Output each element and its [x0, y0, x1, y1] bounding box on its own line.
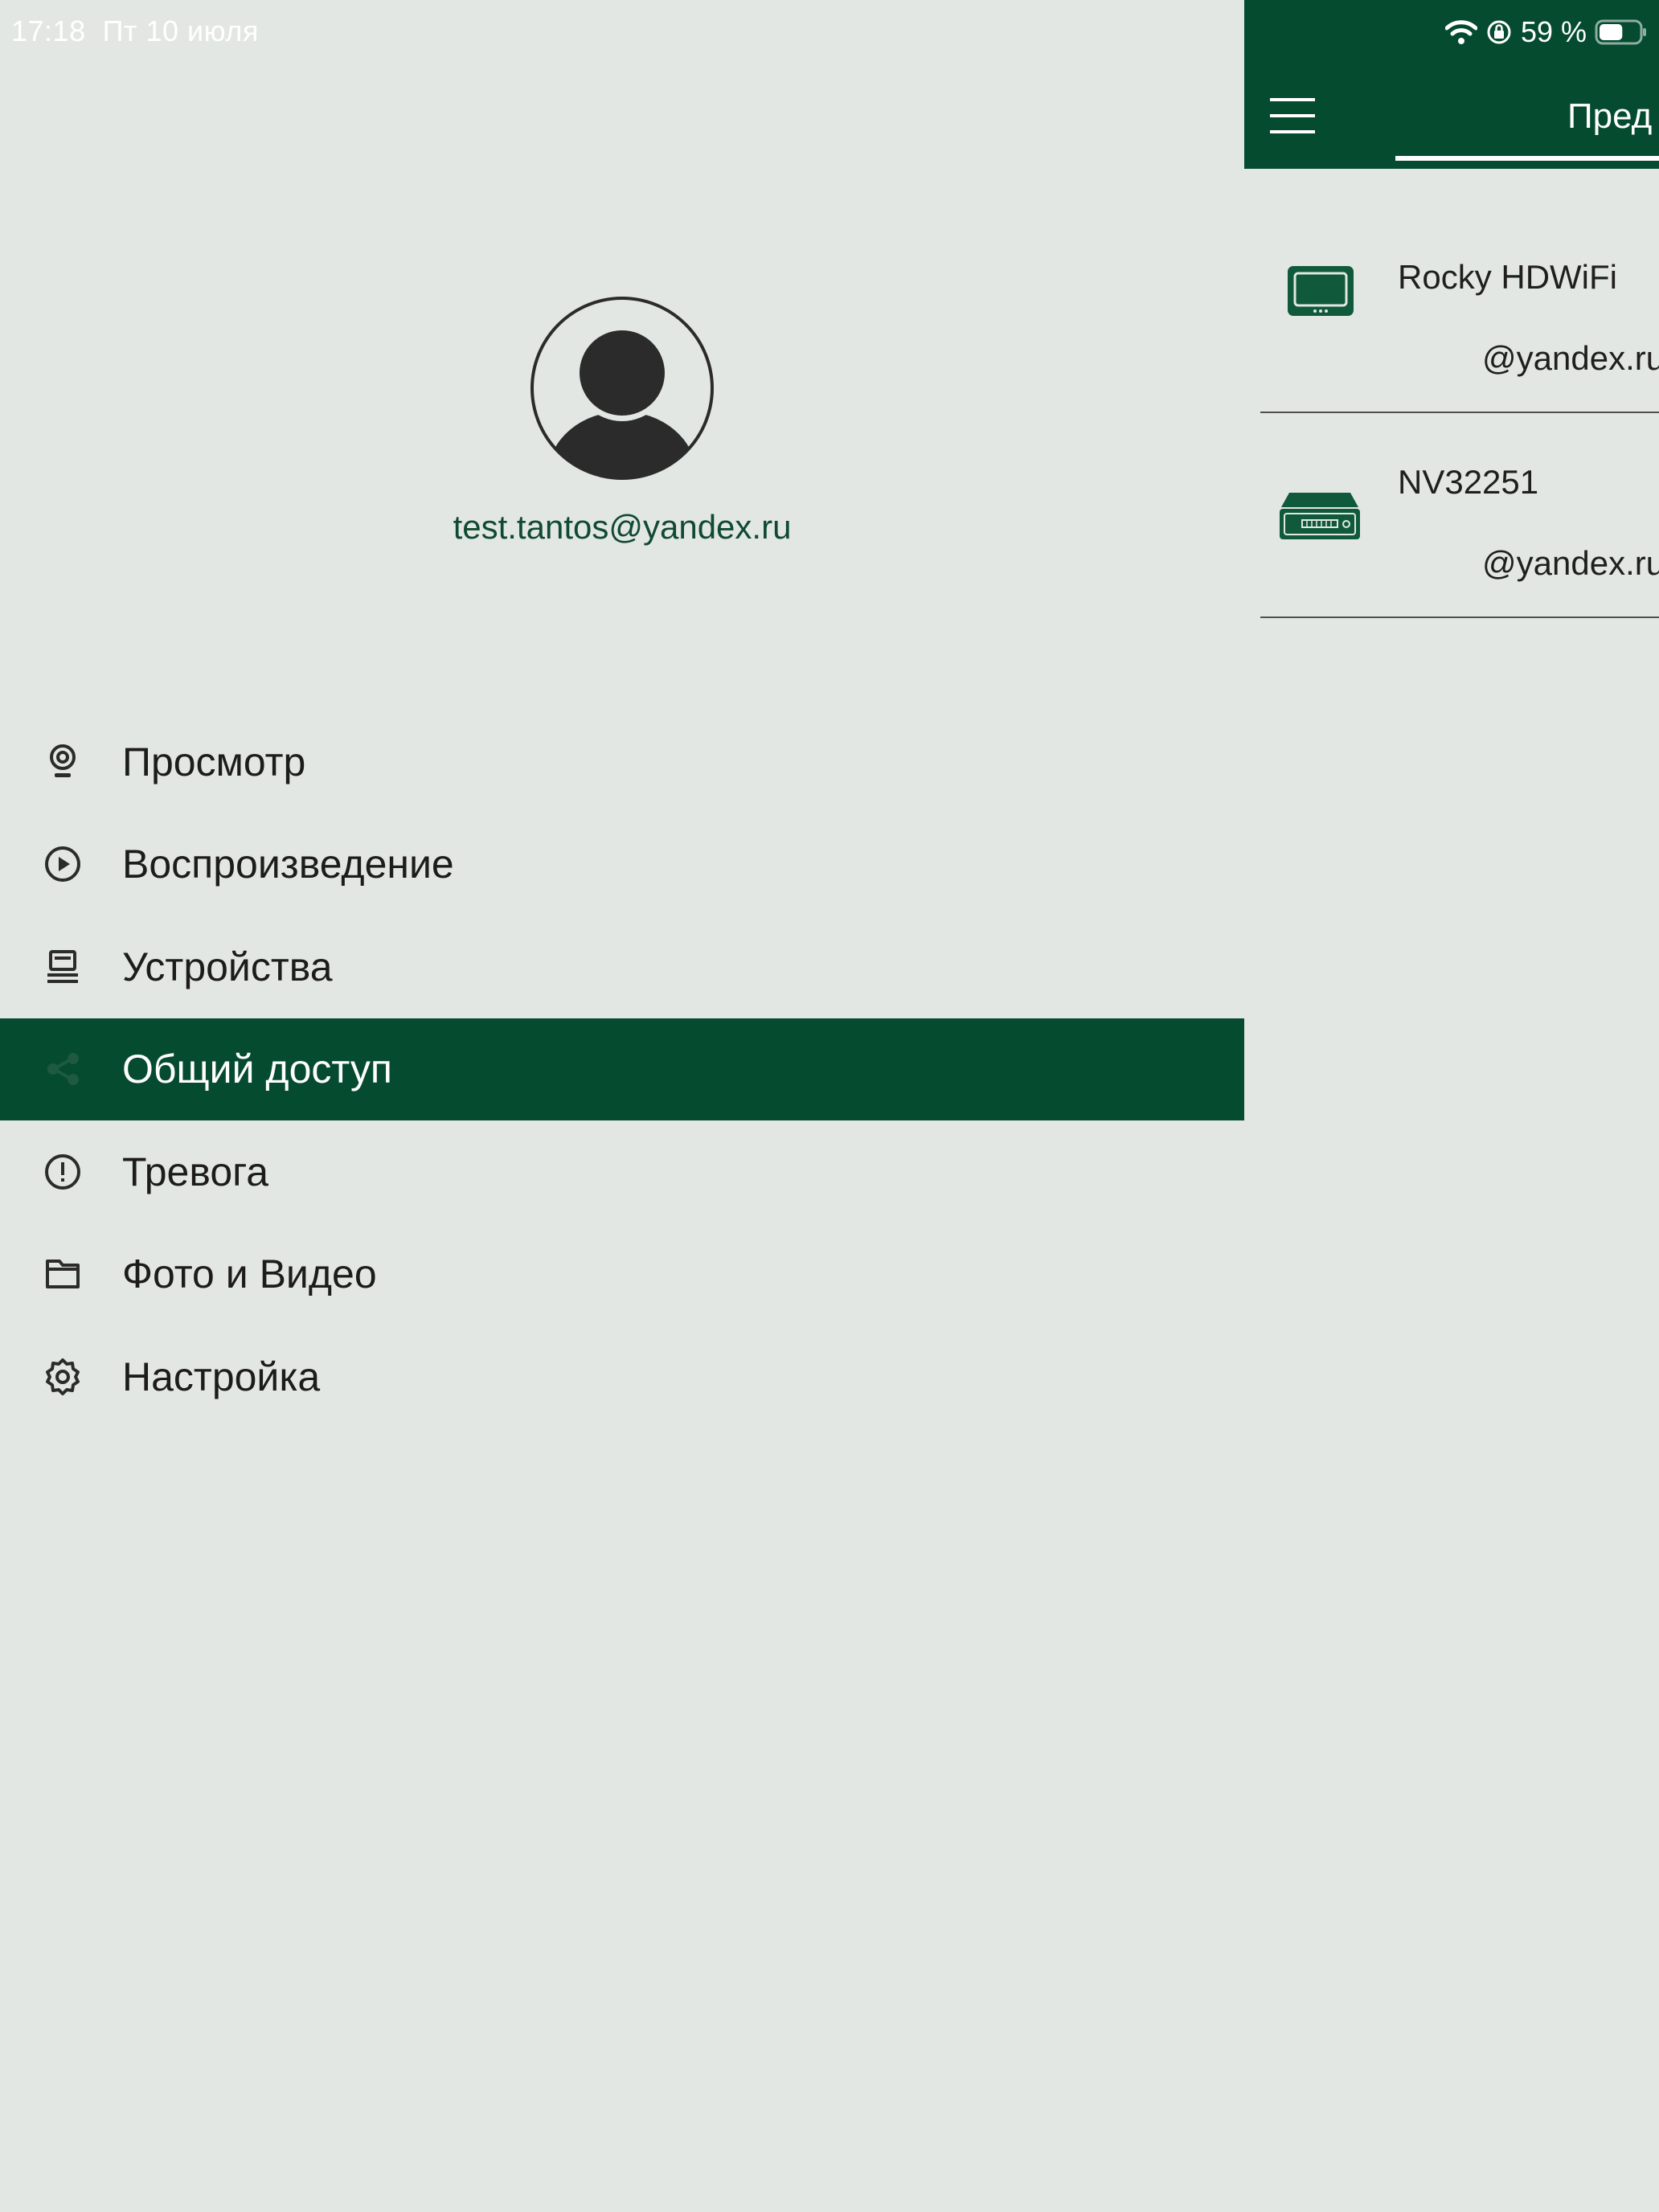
- camera-icon: [43, 743, 82, 781]
- menu-item-devices[interactable]: Устройства: [0, 916, 1244, 1018]
- user-email: test.tantos@yandex.ru: [453, 508, 792, 546]
- drawer-menu: Просмотр Воспроизведение Устройства Общи…: [0, 711, 1244, 1428]
- status-bar-right: 59 %: [1444, 8, 1648, 56]
- menu-item-playback[interactable]: Воспроизведение: [0, 813, 1244, 916]
- menu-item-label: Тревога: [122, 1149, 269, 1194]
- gear-icon: [43, 1358, 82, 1396]
- orientation-lock-icon: [1487, 20, 1511, 44]
- alert-icon: [43, 1153, 82, 1191]
- tab-indicator: [1395, 156, 1659, 161]
- avatar-icon: [530, 297, 714, 480]
- app-screen: test.tantos@yandex.ru Просмотр Воспроизв…: [0, 0, 1659, 2212]
- menu-item-label: Настройка: [122, 1354, 321, 1399]
- menu-item-view[interactable]: Просмотр: [0, 711, 1244, 813]
- devices-icon: [43, 948, 82, 986]
- monitor-icon: [1288, 266, 1354, 316]
- tab-shared[interactable]: Пред: [1567, 96, 1652, 137]
- hamburger-icon: [1270, 98, 1315, 133]
- menu-item-label: Устройства: [122, 944, 333, 989]
- menu-item-sharing[interactable]: Общий доступ: [0, 1018, 1244, 1120]
- device-name: Rocky HDWiFi: [1398, 258, 1617, 296]
- status-bar-time: 17:18 Пт 10 июля: [11, 14, 259, 48]
- menu-button[interactable]: [1268, 92, 1317, 140]
- navigation-drawer: test.tantos@yandex.ru Просмотр Воспроизв…: [0, 0, 1244, 2212]
- device-owner: @yandex.ru: [1482, 339, 1659, 377]
- device-name: NV32251: [1398, 463, 1539, 501]
- play-circle-icon: [43, 845, 82, 883]
- menu-item-alarm[interactable]: Тревога: [0, 1120, 1244, 1223]
- status-date: Пт 10 июля: [102, 14, 259, 47]
- menu-item-settings[interactable]: Настройка: [0, 1325, 1244, 1428]
- menu-item-label: Воспроизведение: [122, 842, 454, 887]
- status-time: 17:18: [11, 14, 86, 47]
- share-icon: [43, 1050, 82, 1088]
- device-owner: @yandex.ru: [1482, 544, 1659, 582]
- menu-item-label: Просмотр: [122, 739, 306, 784]
- device-row[interactable]: NV32251 @yandex.ru: [1260, 413, 1659, 618]
- battery-percent: 59 %: [1520, 15, 1587, 48]
- menu-item-media[interactable]: Фото и Видео: [0, 1223, 1244, 1326]
- content-panel: Пред Rocky HDWiFi @yandex.ru NV32251 @ya…: [1244, 0, 1659, 2212]
- dvr-icon: [1280, 493, 1360, 539]
- menu-item-label: Фото и Видео: [122, 1251, 377, 1297]
- folder-icon: [43, 1255, 82, 1293]
- device-row[interactable]: Rocky HDWiFi @yandex.ru: [1260, 208, 1659, 413]
- battery-icon: [1595, 19, 1646, 45]
- wifi-icon: [1444, 20, 1477, 44]
- menu-item-label: Общий доступ: [122, 1047, 392, 1092]
